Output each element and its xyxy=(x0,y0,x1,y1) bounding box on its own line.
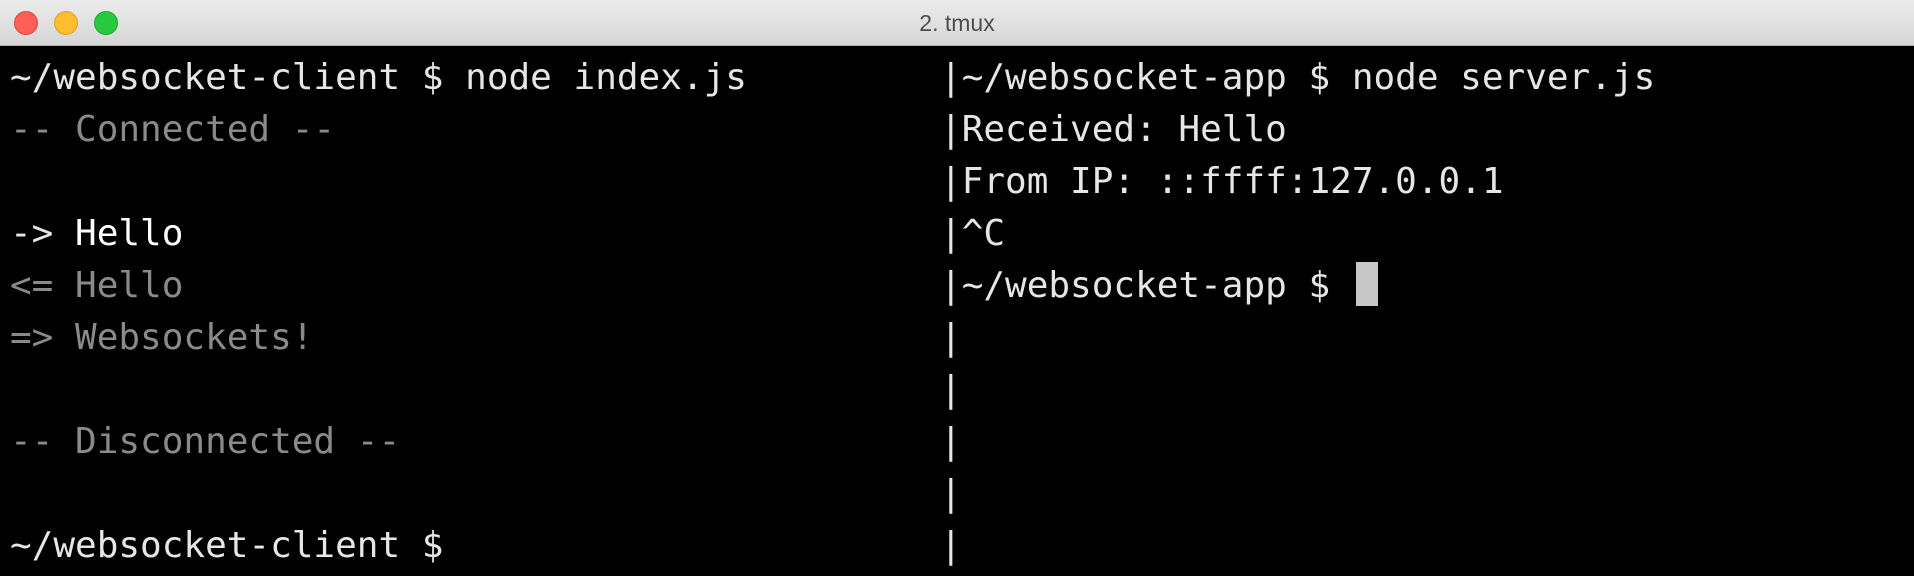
pane-separator: | xyxy=(940,473,962,514)
received-message: Websockets! xyxy=(75,317,314,358)
pane-separator: | xyxy=(940,213,962,254)
terminal-line: |Received: Hello xyxy=(940,104,1900,156)
terminal-line: -- Connected -- xyxy=(10,104,930,156)
pane-separator: | xyxy=(940,421,962,462)
terminal-line: | xyxy=(940,520,1900,572)
terminal-area[interactable]: ~/websocket-client $ node index.js -- Co… xyxy=(0,46,1914,576)
pane-separator: | xyxy=(940,265,962,306)
terminal-line: => Websockets! xyxy=(10,312,930,364)
shell-prompt: ~/websocket-app $ xyxy=(961,265,1352,306)
shell-command: ~/websocket-app $ node server.js xyxy=(961,57,1656,98)
tmux-pane-server[interactable]: |~/websocket-app $ node server.js |Recei… xyxy=(940,52,1900,572)
shell-command: ~/websocket-client $ node index.js xyxy=(10,57,747,98)
terminal-line: ~/websocket-client $ node index.js xyxy=(10,52,930,104)
terminal-line: ~/websocket-client $ xyxy=(10,520,930,572)
terminal-line: |~/websocket-app $ xyxy=(940,260,1900,312)
terminal-window: 2. tmux ~/websocket-client $ node index.… xyxy=(0,0,1914,576)
terminal-line: | xyxy=(940,364,1900,416)
received-marker: <= xyxy=(10,265,76,306)
received-marker: => xyxy=(10,317,76,358)
pane-separator: | xyxy=(940,317,962,358)
server-output: Received: Hello xyxy=(961,109,1287,150)
status-disconnected: -- Disconnected -- xyxy=(10,421,401,462)
shell-prompt: ~/websocket-client $ xyxy=(10,525,444,566)
sent-message: Hello xyxy=(75,213,184,254)
text-cursor xyxy=(1355,262,1378,306)
terminal-line: |From IP: ::ffff:127.0.0.1 xyxy=(940,156,1900,208)
terminal-line: | xyxy=(940,468,1900,520)
pane-separator: | xyxy=(940,525,962,566)
terminal-line: |~/websocket-app $ node server.js xyxy=(940,52,1900,104)
terminal-line: -> Hello xyxy=(10,208,930,260)
tmux-pane-client[interactable]: ~/websocket-client $ node index.js -- Co… xyxy=(10,52,930,572)
title-bar[interactable]: 2. tmux xyxy=(0,0,1914,46)
pane-separator: | xyxy=(940,109,962,150)
window-title: 2. tmux xyxy=(919,10,995,36)
pane-separator: | xyxy=(940,369,962,410)
status-connected: -- Connected -- xyxy=(10,109,336,150)
terminal-line: -- Disconnected -- xyxy=(10,416,930,468)
terminal-line: |^C xyxy=(940,208,1900,260)
server-output: From IP: ::ffff:127.0.0.1 xyxy=(961,161,1504,202)
pane-separator: | xyxy=(940,161,962,202)
received-message: Hello xyxy=(75,265,184,306)
sent-marker: -> xyxy=(10,213,76,254)
terminal-line: <= Hello xyxy=(10,260,930,312)
terminal-line: | xyxy=(940,312,1900,364)
terminal-line: | xyxy=(940,416,1900,468)
interrupt-signal: ^C xyxy=(961,213,1006,254)
pane-separator: | xyxy=(940,57,962,98)
